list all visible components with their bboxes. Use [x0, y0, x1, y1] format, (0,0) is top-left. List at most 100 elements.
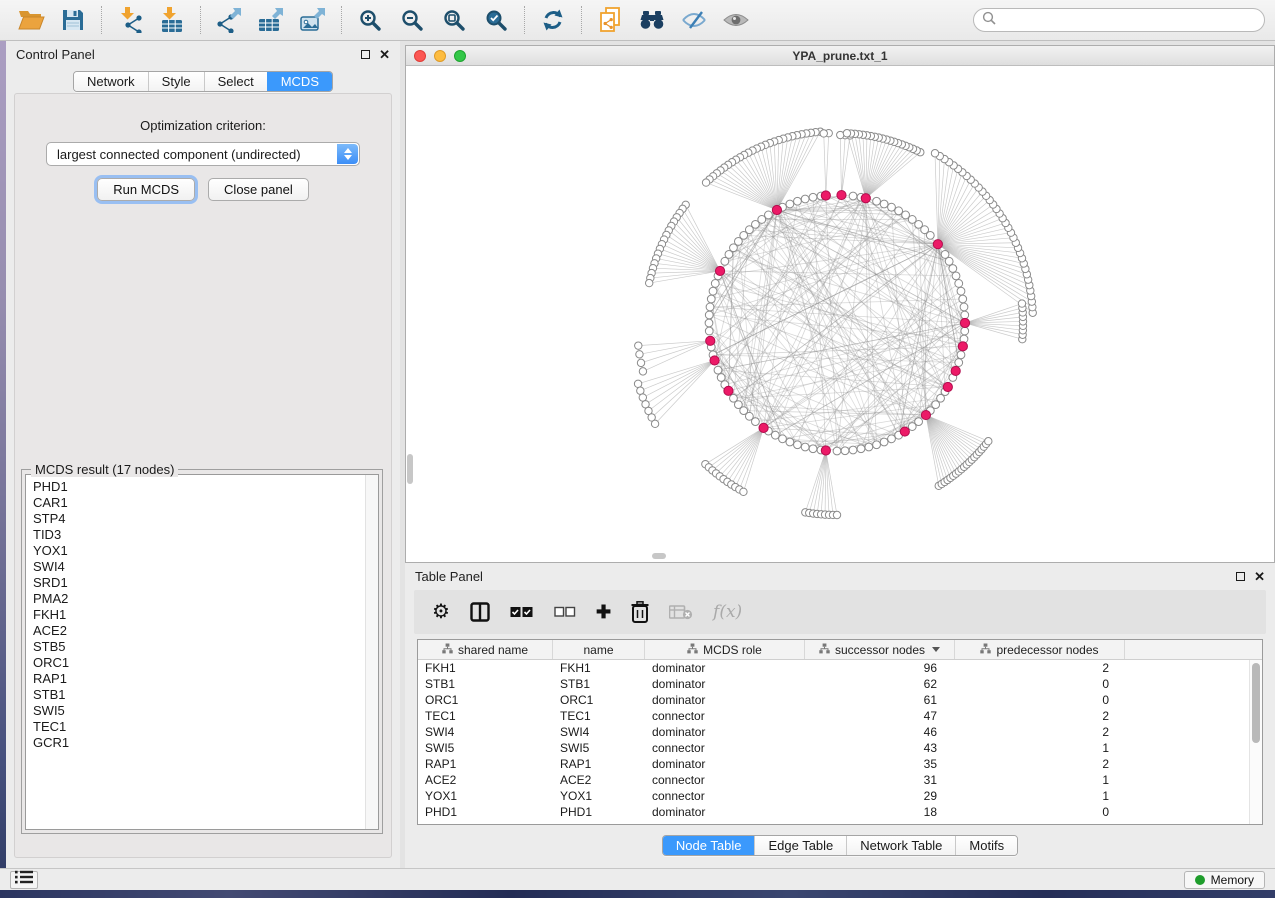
mcds-result-item[interactable]: TEC1: [33, 719, 378, 735]
column-header-shared-name[interactable]: shared name: [418, 640, 553, 659]
float-panel-icon[interactable]: [361, 50, 370, 59]
cell-mcds-role: connector: [645, 740, 805, 756]
run-mcds-button[interactable]: Run MCDS: [97, 178, 195, 201]
deselect-all-columns-icon[interactable]: [554, 606, 576, 618]
table-row[interactable]: RAP1 RAP1 dominator 35 2: [418, 756, 1262, 772]
column-header-predecessor-nodes[interactable]: predecessor nodes: [955, 640, 1125, 659]
select-all-columns-icon[interactable]: [510, 606, 534, 619]
zoom-selected-button[interactable]: [475, 3, 517, 37]
mcds-result-item[interactable]: YOX1: [33, 543, 378, 559]
main-toolbar: [0, 0, 1275, 41]
mcds-result-item[interactable]: RAP1: [33, 671, 378, 687]
cell-shared-name: FKH1: [418, 660, 553, 676]
mcds-result-item[interactable]: PHD1: [33, 479, 378, 495]
tab-mcds[interactable]: MCDS: [267, 72, 332, 91]
zoom-out-button[interactable]: [391, 3, 433, 37]
column-type-icon: [819, 643, 830, 657]
table-row[interactable]: PHD1 PHD1 dominator 18 0: [418, 804, 1262, 820]
column-layout-icon[interactable]: [470, 602, 490, 622]
table-row[interactable]: FKH1 FKH1 dominator 96 2: [418, 660, 1262, 676]
table-scrollbar[interactable]: [1249, 660, 1262, 824]
close-panel-button[interactable]: Close panel: [208, 178, 309, 201]
mcds-result-item[interactable]: CAR1: [33, 495, 378, 511]
cell-mcds-role: connector: [645, 788, 805, 804]
vertical-scroll-nub[interactable]: [407, 454, 413, 484]
refresh-view-button[interactable]: [532, 3, 574, 37]
tab-style[interactable]: Style: [148, 72, 204, 91]
mcds-tab-content: Optimization criterion: largest connecte…: [14, 93, 392, 858]
table-row[interactable]: ORC1 ORC1 dominator 61 0: [418, 692, 1262, 708]
clone-network-button[interactable]: [589, 3, 631, 37]
mcds-result-item[interactable]: PMA2: [33, 591, 378, 607]
search-network-button[interactable]: [631, 3, 673, 37]
cell-mcds-role: connector: [645, 772, 805, 788]
zoom-fit-button[interactable]: [433, 3, 475, 37]
delete-column-icon[interactable]: [631, 601, 649, 623]
column-header-name[interactable]: name: [553, 640, 645, 659]
network-graph[interactable]: [406, 66, 1274, 562]
control-panel-title: Control Panel: [16, 47, 95, 62]
toolbar-separator: [200, 6, 201, 34]
table-row[interactable]: SWI4 SWI4 dominator 46 2: [418, 724, 1262, 740]
cell-shared-name: SWI5: [418, 740, 553, 756]
table-row[interactable]: ACE2 ACE2 connector 31 1: [418, 772, 1262, 788]
task-history-button[interactable]: [10, 871, 38, 889]
network-canvas[interactable]: [406, 66, 1274, 562]
cell-predecessor-nodes: 1: [955, 788, 1125, 804]
export-table-button[interactable]: [250, 3, 292, 37]
table-row[interactable]: YOX1 YOX1 connector 29 1: [418, 788, 1262, 804]
mcds-result-item[interactable]: STP4: [33, 511, 378, 527]
horizontal-scroll-nub[interactable]: [652, 553, 666, 559]
result-list-scrollbar[interactable]: [365, 475, 378, 829]
mcds-result-item[interactable]: SWI4: [33, 559, 378, 575]
mcds-result-item[interactable]: FKH1: [33, 607, 378, 623]
search-input[interactable]: [1002, 13, 1256, 27]
table-row[interactable]: SWI5 SWI5 connector 43 1: [418, 740, 1262, 756]
mcds-result-item[interactable]: GCR1: [33, 735, 378, 751]
export-image-button[interactable]: [292, 3, 334, 37]
cell-predecessor-nodes: 0: [955, 676, 1125, 692]
open-folder-icon: [17, 8, 45, 32]
table-settings-gear-icon[interactable]: ⚙: [432, 602, 450, 622]
table-row[interactable]: TEC1 TEC1 connector 47 2: [418, 708, 1262, 724]
table-scrollbar-thumb[interactable]: [1252, 663, 1260, 743]
network-search-box[interactable]: [973, 8, 1265, 32]
import-table-button[interactable]: [151, 3, 193, 37]
close-panel-icon[interactable]: ✕: [379, 50, 390, 59]
export-network-button[interactable]: [208, 3, 250, 37]
column-header-successor-nodes[interactable]: successor nodes: [805, 640, 955, 659]
add-column-icon[interactable]: ✚: [596, 603, 611, 621]
mcds-result-item[interactable]: STB1: [33, 687, 378, 703]
memory-button[interactable]: Memory: [1184, 871, 1265, 889]
sort-descending-icon: [932, 647, 940, 652]
memory-status-dot: [1195, 875, 1205, 885]
tab-network[interactable]: Network: [74, 72, 148, 91]
column-header-mcds-role[interactable]: MCDS role: [645, 640, 805, 659]
mcds-result-item[interactable]: SWI5: [33, 703, 378, 719]
zoom-in-button[interactable]: [349, 3, 391, 37]
cell-successor-nodes: 96: [805, 660, 955, 676]
tab-network-table[interactable]: Network Table: [846, 836, 955, 855]
open-session-button[interactable]: [10, 3, 52, 37]
mcds-result-item[interactable]: SRD1: [33, 575, 378, 591]
mcds-result-item[interactable]: ORC1: [33, 655, 378, 671]
cell-successor-nodes: 47: [805, 708, 955, 724]
network-window-titlebar[interactable]: YPA_prune.txt_1: [406, 46, 1274, 66]
tab-motifs[interactable]: Motifs: [955, 836, 1017, 855]
table-row[interactable]: STB1 STB1 dominator 62 0: [418, 676, 1262, 692]
import-network-button[interactable]: [109, 3, 151, 37]
show-all-button[interactable]: [715, 3, 757, 37]
mcds-result-list[interactable]: PHD1CAR1STP4TID3YOX1SWI4SRD1PMA2FKH1ACE2…: [25, 474, 379, 830]
optimization-criterion-select[interactable]: largest connected component (undirected): [46, 142, 360, 166]
mcds-result-item[interactable]: TID3: [33, 527, 378, 543]
mcds-result-item[interactable]: ACE2: [33, 623, 378, 639]
float-table-panel-icon[interactable]: [1236, 572, 1245, 581]
tab-edge-table[interactable]: Edge Table: [754, 836, 846, 855]
mcds-result-item[interactable]: STB5: [33, 639, 378, 655]
cell-shared-name: TEC1: [418, 708, 553, 724]
save-session-button[interactable]: [52, 3, 94, 37]
close-table-panel-icon[interactable]: ✕: [1254, 572, 1265, 581]
tab-select[interactable]: Select: [204, 72, 267, 91]
tab-node-table[interactable]: Node Table: [663, 836, 755, 855]
hide-selected-button[interactable]: [673, 3, 715, 37]
